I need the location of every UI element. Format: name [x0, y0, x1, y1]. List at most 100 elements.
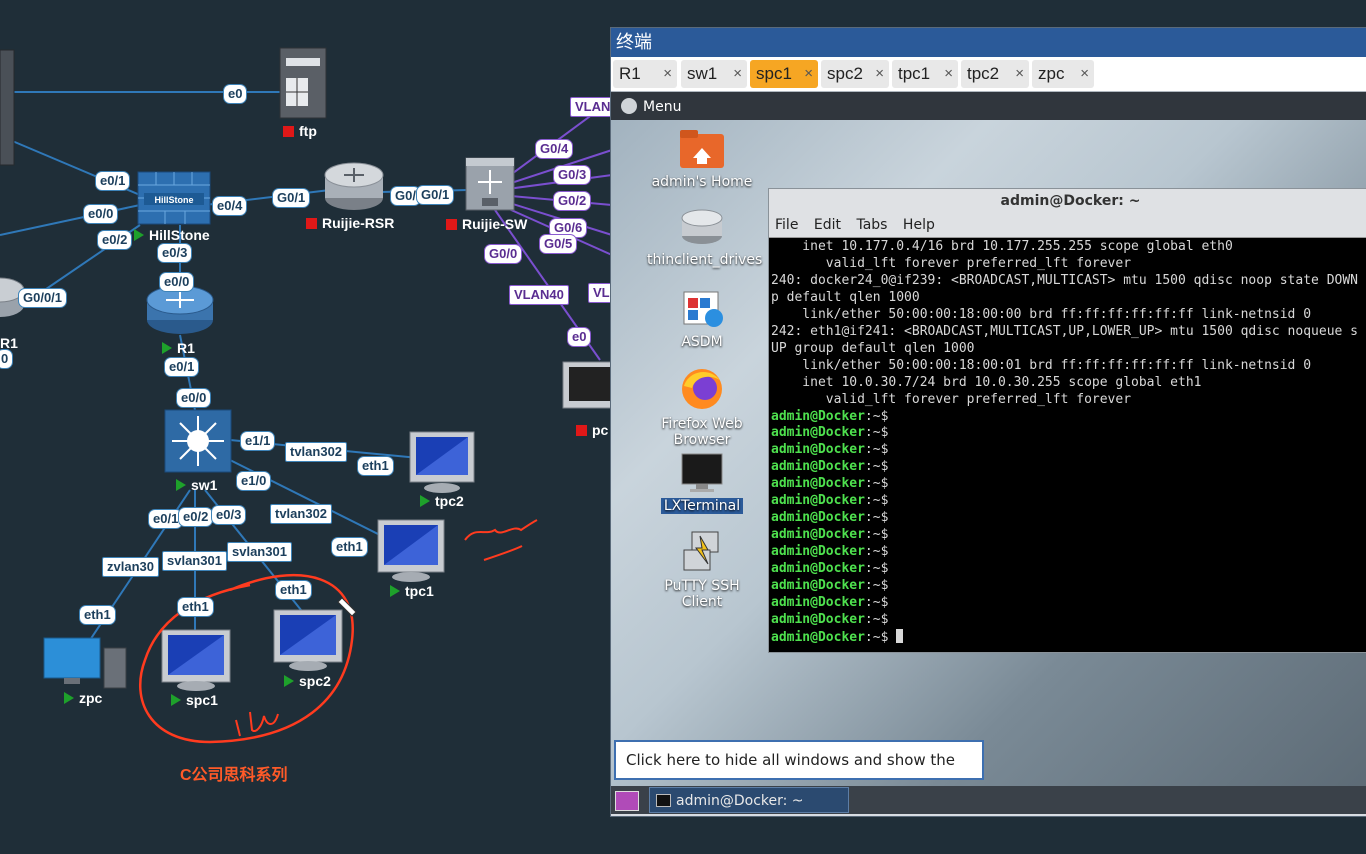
hillstone-e04-label: e0/4	[212, 196, 248, 216]
spc1-node-name: spc1	[171, 692, 218, 708]
tab-spc2[interactable]: spc2 ×	[821, 60, 889, 88]
show-desktop-icon[interactable]	[615, 791, 639, 811]
menu-help[interactable]: Help	[903, 217, 935, 233]
terminal-line: valid_lft forever preferred_lft forever	[771, 255, 1132, 271]
menu-button[interactable]: Menu	[643, 99, 681, 115]
ftp-server-icon[interactable]	[279, 47, 327, 119]
terminal-prompt-line: admin@Docker:~$	[771, 408, 897, 424]
shell-prompt: admin@Docker	[771, 527, 865, 543]
terminal-line: 240: docker24_0@if239: <BROADCAST,MULTIC…	[771, 272, 1358, 288]
terminal-line: 242: eth1@if241: <BROADCAST,MULTICAST,UP…	[771, 323, 1358, 339]
spc2-computer-icon[interactable]	[273, 609, 343, 671]
tab-close-icon[interactable]: ×	[1080, 60, 1089, 88]
pc-e0-label: e0	[567, 327, 592, 347]
taskbar-terminal-button[interactable]: admin@Docker: ~	[649, 787, 849, 813]
switch-ruijie-icon[interactable]	[465, 157, 515, 211]
terminal-line: inet 10.0.30.7/24 brd 10.0.30.255 scope …	[771, 374, 1202, 390]
menu-logo-icon[interactable]	[621, 98, 637, 114]
terminal-line: valid_lft forever preferred_lft forever	[771, 391, 1132, 407]
svlan301-label-a: svlan301	[162, 551, 227, 571]
terminal-prompt-line: admin@Docker:~$	[771, 510, 897, 526]
terminal-prompt-line: admin@Docker:~$	[771, 544, 897, 560]
running-indicator-icon	[134, 229, 144, 241]
terminal-window-title[interactable]: 终端	[611, 28, 1366, 57]
lxterminal-menu-bar: File Edit Tabs Help	[769, 213, 1366, 238]
ruijie-sw-g01-label: G0/1	[416, 185, 455, 205]
firewall-icon[interactable]: HillStone	[137, 171, 211, 225]
sw1-e00-label: e0/0	[176, 388, 212, 408]
pc-node-name: pc	[576, 422, 608, 438]
shell-prompt: admin@Docker	[771, 476, 865, 492]
terminal-prompt-line: admin@Docker:~$	[771, 595, 897, 611]
sw1-node-name: sw1	[176, 477, 217, 493]
tab-close-icon[interactable]: ×	[1015, 60, 1024, 88]
home-folder-icon[interactable]: admin's Home	[647, 128, 757, 190]
tab-close-icon[interactable]: ×	[733, 60, 742, 88]
terminal-line: p default qlen 1000	[771, 289, 920, 305]
shell-prompt: admin@Docker	[771, 595, 865, 611]
r1-e01-label: e0/1	[164, 357, 200, 377]
drive-icon[interactable]: thinclient_drives	[647, 208, 762, 268]
switch-sw1-icon[interactable]	[164, 409, 232, 473]
router-rsr-icon[interactable]	[324, 162, 384, 210]
tab-zpc[interactable]: zpc ×	[1032, 60, 1094, 88]
putty-icon[interactable]: PuTTY SSH Client	[647, 530, 757, 610]
zpc-computer-icon[interactable]	[43, 637, 127, 689]
r1-left-g001-label: G0/0/1	[18, 288, 68, 308]
terminal-window[interactable]: 终端 R1 × sw1 × spc1 × spc2 × tpc1 × tpc2 × zpc ×…	[610, 27, 1366, 817]
vlan40-label: VLAN40	[509, 285, 569, 305]
stopped-indicator-icon	[576, 425, 587, 436]
tab-close-icon[interactable]: ×	[804, 60, 813, 88]
shell-prompt: admin@Docker	[771, 611, 865, 627]
shell-prompt: admin@Docker	[771, 544, 865, 560]
spc1-computer-icon[interactable]	[161, 629, 231, 691]
menu-file[interactable]: File	[775, 217, 798, 233]
hillstone-e01-label: e0/1	[95, 171, 131, 191]
hillstone-node-name: HillStone	[134, 227, 210, 243]
terminal-line: link/ether 50:00:00:18:00:01 brd ff:ff:f…	[771, 357, 1312, 373]
menu-tabs[interactable]: Tabs	[856, 217, 887, 233]
remote-desktop[interactable]: Menu admin's Home thinclient_drives ASDM…	[611, 92, 1366, 786]
sw1-e10-label: e1/0	[236, 471, 272, 491]
terminal-prompt-line: admin@Docker:~$	[771, 425, 897, 441]
tpc1-computer-icon[interactable]	[377, 519, 445, 582]
pc-computer-icon[interactable]	[562, 361, 614, 409]
tpc1-eth1-label: eth1	[331, 537, 368, 557]
tab-close-icon[interactable]: ×	[875, 60, 884, 88]
tab-spc1[interactable]: spc1 ×	[750, 60, 818, 88]
asdm-icon[interactable]: ASDM	[647, 288, 757, 350]
tab-close-icon[interactable]: ×	[663, 60, 672, 88]
r1-left-node-name: R1	[0, 335, 18, 351]
terminal-output[interactable]: inet 10.177.0.4/16 brd 10.177.255.255 sc…	[771, 239, 1366, 650]
tpc2-computer-icon[interactable]	[409, 431, 475, 493]
tab-tpc1[interactable]: tpc1 ×	[892, 60, 958, 88]
text-cursor	[896, 628, 904, 643]
terminal-line: link/ether 50:00:00:18:00:00 brd ff:ff:f…	[771, 306, 1312, 322]
shell-prompt: admin@Docker	[771, 459, 865, 475]
firefox-icon[interactable]: Firefox Web Browser	[647, 366, 757, 448]
terminal-line: UP group default qlen 1000	[771, 340, 975, 356]
desktop-menu-bar: Menu	[611, 92, 1366, 120]
edge-server-icon[interactable]	[0, 49, 15, 166]
menu-edit[interactable]: Edit	[814, 217, 841, 233]
stopped-indicator-icon	[446, 219, 457, 230]
hillstone-e02-label: e0/2	[97, 230, 133, 250]
lxterminal-title[interactable]: admin@Docker: ~	[769, 189, 1366, 213]
terminal-prompt-line: admin@Docker:~$	[771, 628, 1366, 647]
tab-sw1[interactable]: sw1 ×	[681, 60, 747, 88]
router-r1-icon[interactable]	[146, 285, 214, 334]
r1-e00-label: e0/0	[159, 272, 195, 292]
hard-drive-icon	[681, 209, 723, 244]
running-indicator-icon	[390, 585, 400, 597]
folder-icon	[680, 130, 724, 168]
terminal-tab-bar: R1 × sw1 × spc1 × spc2 × tpc1 × tpc2 × zpc ×	[611, 57, 1366, 92]
lxterminal-icon[interactable]: LXTerminal	[647, 450, 757, 514]
ruijie-sw-node-name: Ruijie-SW	[446, 216, 527, 232]
tab-close-icon[interactable]: ×	[944, 60, 953, 88]
lxterminal-window[interactable]: admin@Docker: ~ File Edit Tabs Help inet…	[768, 188, 1366, 653]
terminal-app-icon	[681, 453, 723, 492]
tab-r1[interactable]: R1 ×	[613, 60, 677, 88]
ruijie-sw-g04-label: G0/4	[535, 139, 574, 159]
tab-tpc2[interactable]: tpc2 ×	[961, 60, 1029, 88]
shell-prompt: admin@Docker	[771, 578, 865, 594]
